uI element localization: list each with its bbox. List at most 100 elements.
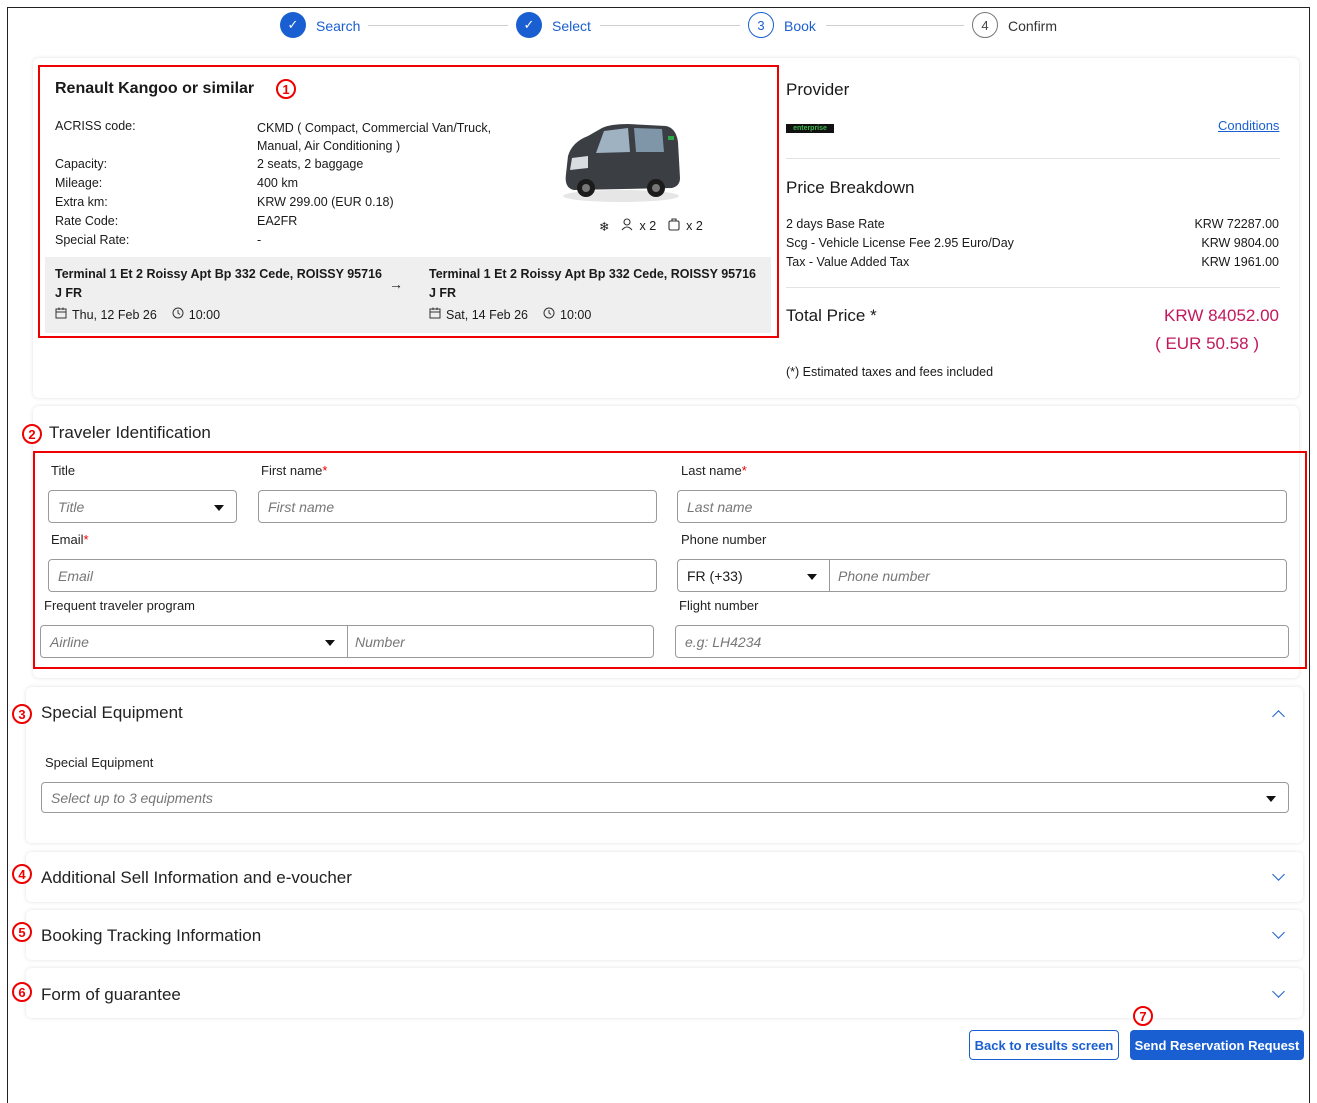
flight-number-label: Flight number [679,598,759,613]
calendar-icon [55,307,67,322]
phone-label: Phone number [681,532,767,547]
special-equipment-label: Special Equipment [45,755,154,770]
detail-value-capacity: 2 seats, 2 baggage [257,157,364,171]
annotation-badge-6: 6 [12,982,32,1002]
detail-value-rate-code: EA2FR [257,214,298,228]
detail-label-mileage: Mileage: [55,176,103,190]
pickup-location: Terminal 1 Et 2 Roissy Apt Bp 332 Cede, … [55,267,382,300]
step-book: Book [784,18,816,34]
step-number-4: 4 [972,12,998,38]
ftp-field: Airline Number [40,625,654,658]
form-of-guarantee-section[interactable] [26,968,1303,1018]
ftp-number-input[interactable]: Number [355,634,405,650]
arrow-right-icon: → [389,276,403,292]
car-image [563,124,680,202]
phone-country-value: FR (+33) [687,568,743,584]
caret-down-icon [214,505,224,511]
airline-select[interactable]: Airline [41,626,348,657]
clock-icon [172,307,184,322]
bags-count: x 2 [686,219,703,233]
price-value-base: KRW 72287.00 [1194,217,1279,231]
flight-number-placeholder: e.g: LH4234 [685,634,762,650]
step-connector [826,25,964,26]
detail-value-extra-km: KRW 299.00 (EUR 0.18) [257,195,394,209]
last-name-placeholder: Last name [687,499,753,515]
last-name-label: Last name* [681,463,747,478]
pickup-time: 10:00 [188,307,221,322]
annotation-badge-7: 7 [1133,1006,1153,1026]
title-select[interactable]: Title [48,490,237,523]
required-mark: * [322,463,328,478]
total-price-value: KRW 84052.00 [1164,306,1279,325]
price-label-fee: Scg - Vehicle License Fee 2.95 Euro/Day [786,236,1014,250]
car-features: ❄ x 2 x 2 [599,218,703,234]
phone-number-input[interactable]: Phone number [838,568,930,584]
detail-value-acriss: CKMD ( Compact, Commercial Van/Truck, Ma… [257,121,492,153]
detail-label-extra-km: Extra km: [55,195,108,209]
email-input[interactable]: Email [48,559,657,592]
price-label-base: 2 days Base Rate [786,217,885,231]
check-icon: ✓ [280,12,306,38]
caret-down-icon [807,574,817,580]
price-value-tax: KRW 1961.00 [1201,255,1279,269]
clock-icon [543,307,555,322]
step-number-3: 3 [748,12,774,38]
seats-count: x 2 [639,219,657,233]
special-equipment-select[interactable]: Select up to 3 equipments [41,782,1289,813]
ftp-label: Frequent traveler program [44,598,196,613]
last-name-input[interactable]: Last name [677,490,1287,523]
annotation-badge-1: 1 [276,79,296,99]
conditions-link[interactable]: Conditions [1218,118,1279,133]
detail-label-capacity: Capacity: [55,157,108,171]
additional-info-title[interactable]: Additional Sell Information and e-vouche… [41,868,352,888]
dropoff-time: 10:00 [560,307,592,322]
annotation-badge-4: 4 [12,864,32,884]
step-select[interactable]: Select [552,18,591,34]
dropoff-date: Sat, 14 Feb 26 [446,307,529,322]
send-reservation-button[interactable]: Send Reservation Request [1130,1030,1304,1060]
first-name-input[interactable]: First name [258,490,657,523]
car-title: Renault Kangoo or similar [55,80,255,97]
caret-down-icon [325,640,335,646]
booking-tracking-title[interactable]: Booking Tracking Information [41,926,261,946]
phone-country-select[interactable]: FR (+33) [678,560,830,591]
special-equipment-title[interactable]: Special Equipment [41,703,183,723]
detail-label-acriss: ACRISS code: [55,119,136,133]
email-label: Email* [51,532,89,547]
snowflake-icon: ❄ [599,219,610,234]
special-equipment-placeholder: Select up to 3 equipments [51,790,213,806]
dropoff-location: Terminal 1 Et 2 Roissy Apt Bp 332 Cede, … [429,267,756,300]
annotation-badge-5: 5 [12,922,32,942]
caret-down-icon [1266,796,1276,802]
detail-value-special-rate: - [257,233,262,247]
required-mark: * [741,463,747,478]
detail-label-rate-code: Rate Code: [55,214,119,228]
special-equipment-card [26,687,1303,843]
annotation-badge-3: 3 [12,704,32,724]
first-name-placeholder: First name [268,499,335,515]
airline-placeholder: Airline [50,634,89,650]
price-breakdown-title: Price Breakdown [786,178,915,197]
divider [786,287,1280,288]
calendar-icon [429,307,441,322]
detail-value-mileage: 400 km [257,176,298,190]
step-confirm: Confirm [1008,18,1058,34]
price-value-fee: KRW 9804.00 [1201,236,1279,250]
total-price-eur: ( EUR 50.58 ) [1155,334,1259,353]
back-to-results-button[interactable]: Back to results screen [969,1030,1119,1060]
pickup-date: Thu, 12 Feb 26 [72,307,157,322]
traveler-title: Traveler Identification [49,423,211,442]
detail-label-special-rate: Special Rate: [55,233,130,247]
price-label-tax: Tax - Value Added Tax [786,255,910,269]
email-label-text: Email [51,532,84,547]
required-mark: * [83,532,89,547]
flight-number-input[interactable]: e.g: LH4234 [675,625,1289,658]
form-of-guarantee-title[interactable]: Form of guarantee [41,985,181,1005]
step-search[interactable]: Search [316,18,360,34]
luggage-icon [668,218,680,234]
email-placeholder: Email [58,568,94,584]
divider [786,158,1280,159]
step-connector [600,25,740,26]
taxes-note: (*) Estimated taxes and fees included [786,365,994,379]
annotation-badge-2: 2 [22,424,42,444]
